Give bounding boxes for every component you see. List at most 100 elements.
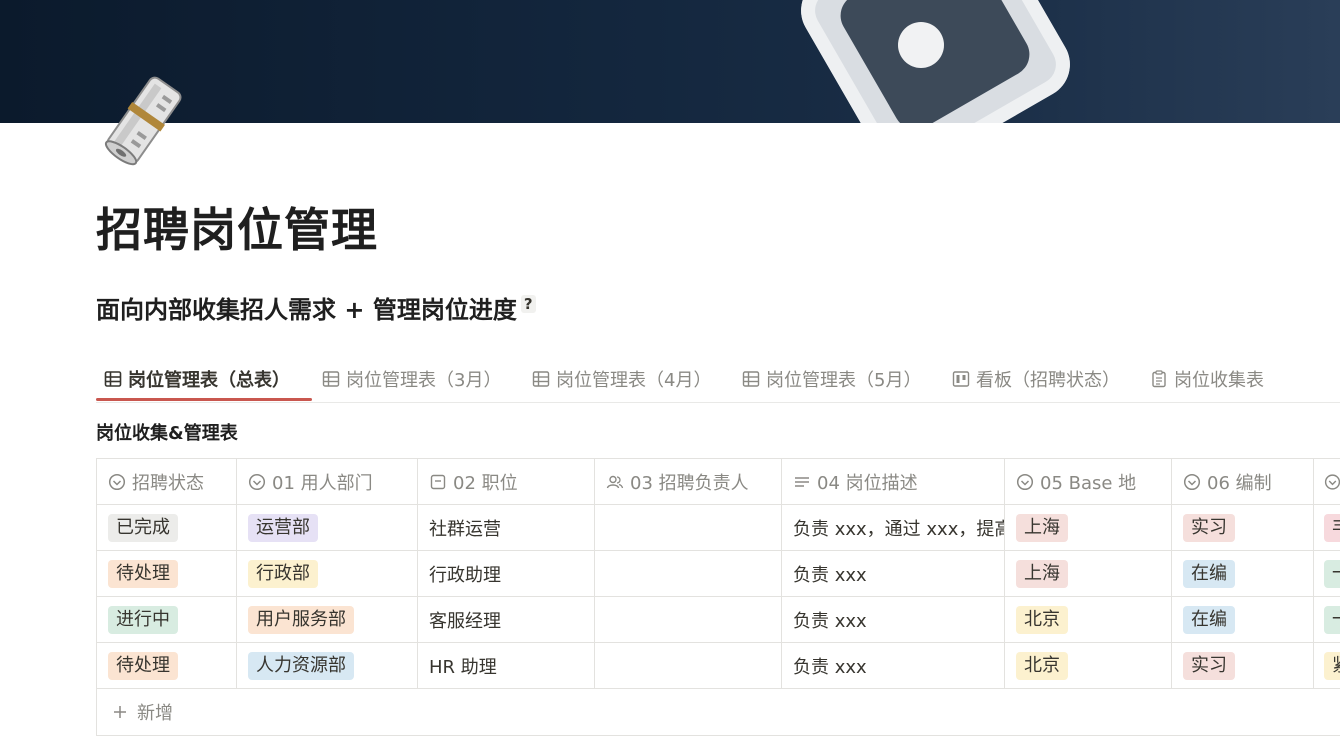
column-header-position[interactable]: 02 职位 — [418, 459, 595, 504]
status-cell[interactable]: 待处理 — [97, 643, 237, 688]
extra-tag: 一 — [1324, 559, 1340, 588]
base-tag: 北京 — [1016, 651, 1068, 680]
tab-label: 岗位收集表 — [1174, 370, 1264, 391]
table-header-row: 招聘状态 01 用人部门 02 职位 03 招聘负责人 04 岗位描述 05 B… — [97, 459, 1340, 505]
column-label: 06 编制 — [1207, 472, 1272, 494]
base-tag: 上海 — [1016, 513, 1068, 542]
column-header-description[interactable]: 04 岗位描述 — [782, 459, 1005, 504]
text-icon — [795, 476, 809, 487]
select-icon — [1324, 473, 1340, 490]
status-cell[interactable]: 已完成 — [97, 505, 237, 550]
headcount-tag: 实习 — [1183, 651, 1235, 680]
tab-label: 岗位管理表（3月） — [346, 370, 502, 391]
column-label: 05 Base 地 — [1040, 472, 1137, 494]
column-header-owner[interactable]: 03 招聘负责人 — [595, 459, 782, 504]
column-label: 04 岗位描述 — [817, 472, 918, 494]
data-table: 招聘状态 01 用人部门 02 职位 03 招聘负责人 04 岗位描述 05 B… — [96, 458, 1340, 736]
department-tag: 用户服务部 — [248, 605, 354, 634]
owner-cell[interactable] — [595, 643, 782, 688]
tab-label: 岗位管理表（总表） — [128, 370, 290, 391]
table-row[interactable]: 待处理 人力资源部 HR 助理 负责 xxx 北京 实习 紧 — [97, 643, 1340, 689]
tab-march[interactable]: 岗位管理表（3月） — [322, 358, 501, 400]
tab-board[interactable]: 看板（招聘状态） — [952, 358, 1120, 400]
view-tabs: 岗位管理表（总表） 岗位管理表（3月） 岗位管理表（4月） 岗位管理表（5月） … — [96, 358, 1340, 403]
extra-tag: 丰 — [1324, 513, 1340, 542]
tab-label: 岗位管理表（5月） — [766, 370, 922, 391]
owner-cell[interactable] — [595, 505, 782, 550]
column-header-status[interactable]: 招聘状态 — [97, 459, 237, 504]
base-cell[interactable]: 上海 — [1005, 551, 1172, 596]
status-tag: 已完成 — [108, 513, 178, 542]
page-title[interactable]: 招聘岗位管理 — [96, 194, 378, 260]
add-row-label: 新增 — [137, 703, 173, 724]
board-icon — [952, 371, 970, 387]
department-cell[interactable]: 人力资源部 — [237, 643, 418, 688]
headcount-tag: 实习 — [1183, 513, 1235, 542]
page-cover-image — [0, 0, 1340, 123]
column-header-department[interactable]: 01 用人部门 — [237, 459, 418, 504]
status-tag: 待处理 — [108, 559, 178, 588]
tab-may[interactable]: 岗位管理表（5月） — [742, 358, 921, 400]
table-icon — [322, 371, 340, 387]
table-row[interactable]: 已完成 运营部 社群运营 负责 xxx，通过 xxx，提高 上海 实习 丰 — [97, 505, 1340, 551]
base-cell[interactable]: 上海 — [1005, 505, 1172, 550]
column-label: 招聘状态 — [132, 472, 204, 494]
table-icon — [532, 371, 550, 387]
database-title[interactable]: 岗位收集&管理表 — [96, 419, 238, 445]
column-header-headcount[interactable]: 06 编制 — [1172, 459, 1314, 504]
active-tab-indicator — [96, 398, 312, 401]
department-tag: 运营部 — [248, 513, 318, 542]
title-icon — [430, 474, 446, 489]
person-icon — [606, 475, 624, 488]
headcount-tag: 在编 — [1183, 559, 1235, 588]
tab-summary[interactable]: 岗位管理表（总表） — [104, 358, 290, 400]
status-tag: 待处理 — [108, 651, 178, 680]
form-icon — [1152, 370, 1166, 388]
position-cell[interactable]: 客服经理 — [418, 597, 595, 642]
tab-label: 看板（招聘状态） — [976, 370, 1120, 391]
base-tag: 上海 — [1016, 559, 1068, 588]
department-cell[interactable]: 运营部 — [237, 505, 418, 550]
description-cell[interactable]: 负责 xxx，通过 xxx，提高 — [782, 505, 1005, 550]
headcount-cell[interactable]: 实习 — [1172, 505, 1314, 550]
position-cell[interactable]: HR 助理 — [418, 643, 595, 688]
tab-form[interactable]: 岗位收集表 — [1150, 358, 1264, 400]
extra-cell[interactable]: 紧 — [1314, 643, 1340, 688]
owner-cell[interactable] — [595, 551, 782, 596]
department-tag: 人力资源部 — [248, 651, 354, 680]
headcount-tag: 在编 — [1183, 605, 1235, 634]
status-cell[interactable]: 进行中 — [97, 597, 237, 642]
select-icon — [1183, 473, 1201, 490]
subtitle-text: 面向内部收集招人需求 + 管理岗位进度 — [96, 296, 517, 324]
base-tag: 北京 — [1016, 605, 1068, 634]
newspaper-icon[interactable] — [96, 72, 192, 168]
description-cell[interactable]: 负责 xxx — [782, 551, 1005, 596]
tab-april[interactable]: 岗位管理表（4月） — [532, 358, 711, 400]
column-header-base[interactable]: 05 Base 地 — [1005, 459, 1172, 504]
headcount-cell[interactable]: 在编 — [1172, 597, 1314, 642]
tab-label: 岗位管理表（4月） — [556, 370, 712, 391]
position-cell[interactable]: 社群运营 — [418, 505, 595, 550]
table-row[interactable]: 进行中 用户服务部 客服经理 负责 xxx 北京 在编 一 — [97, 597, 1340, 643]
department-cell[interactable]: 用户服务部 — [237, 597, 418, 642]
column-header-more[interactable] — [1314, 459, 1340, 504]
status-cell[interactable]: 待处理 — [97, 551, 237, 596]
base-cell[interactable]: 北京 — [1005, 597, 1172, 642]
extra-tag: 一 — [1324, 605, 1340, 634]
owner-cell[interactable] — [595, 597, 782, 642]
extra-cell[interactable]: 一 — [1314, 597, 1340, 642]
status-icon — [108, 473, 126, 490]
department-cell[interactable]: 行政部 — [237, 551, 418, 596]
base-cell[interactable]: 北京 — [1005, 643, 1172, 688]
description-cell[interactable]: 负责 xxx — [782, 597, 1005, 642]
table-row[interactable]: 待处理 行政部 行政助理 负责 xxx 上海 在编 一 — [97, 551, 1340, 597]
extra-cell[interactable]: 丰 — [1314, 505, 1340, 550]
description-cell[interactable]: 负责 xxx — [782, 643, 1005, 688]
plus-icon — [114, 706, 126, 718]
help-icon[interactable]: ? — [520, 295, 536, 313]
extra-cell[interactable]: 一 — [1314, 551, 1340, 596]
add-row-button[interactable]: 新增 — [97, 689, 1340, 736]
headcount-cell[interactable]: 实习 — [1172, 643, 1314, 688]
position-cell[interactable]: 行政助理 — [418, 551, 595, 596]
headcount-cell[interactable]: 在编 — [1172, 551, 1314, 596]
